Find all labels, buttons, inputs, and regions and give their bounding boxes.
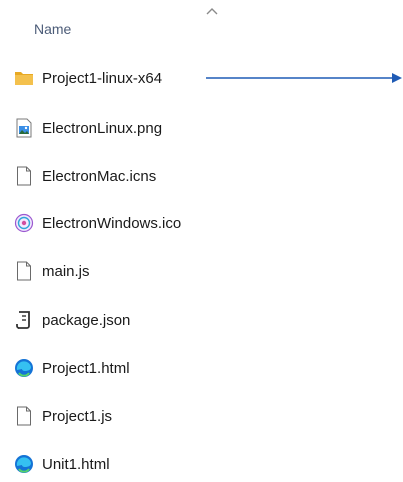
- file-name: ElectronMac.icns: [42, 167, 157, 185]
- file-name: main.js: [42, 262, 90, 280]
- json-file-icon: [14, 310, 34, 330]
- list-item-file[interactable]: main.js: [8, 253, 388, 289]
- folder-icon: [14, 68, 34, 88]
- file-name: Project1-linux-x64: [42, 69, 163, 87]
- annotation-arrow: [206, 73, 402, 83]
- list-item-file[interactable]: package.json: [8, 302, 388, 338]
- edge-browser-icon: [14, 358, 34, 378]
- edge-browser-icon: [14, 454, 34, 474]
- file-name: Project1.html: [42, 359, 130, 377]
- blank-file-icon: [14, 166, 34, 186]
- list-item-file[interactable]: Project1.js: [8, 398, 388, 434]
- image-file-icon: [14, 118, 34, 138]
- file-name: ElectronWindows.ico: [42, 214, 182, 232]
- ico-file-icon: [14, 213, 34, 233]
- list-item-file[interactable]: ElectronMac.icns: [8, 158, 388, 194]
- file-name: Unit1.html: [42, 455, 110, 473]
- blank-file-icon: [14, 261, 34, 281]
- list-item-file[interactable]: Project1.html: [8, 350, 388, 386]
- list-item-file[interactable]: ElectronLinux.png: [8, 110, 388, 146]
- list-item-file[interactable]: Unit1.html: [8, 446, 388, 482]
- file-name: Project1.js: [42, 407, 113, 425]
- file-name: package.json: [42, 311, 131, 329]
- file-name: ElectronLinux.png: [42, 119, 163, 137]
- list-item-file[interactable]: ElectronWindows.ico: [8, 205, 388, 241]
- blank-file-icon: [14, 406, 34, 426]
